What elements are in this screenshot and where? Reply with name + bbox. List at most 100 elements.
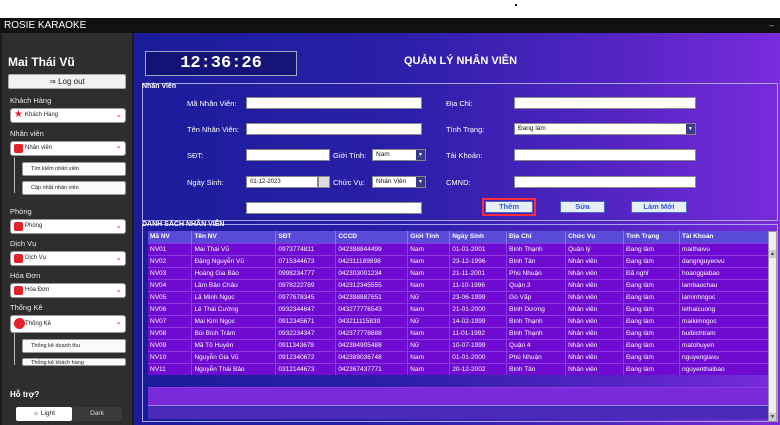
sdt-input[interactable]: [246, 149, 330, 161]
ma-nv-input[interactable]: [246, 97, 422, 109]
table-row[interactable]: NV05 Lã Minh Ngọc 0977678345 042388887651 Nữ…: [148, 290, 771, 303]
search-input[interactable]: [246, 202, 422, 214]
table-cell: Quận 3: [506, 278, 567, 291]
column-header[interactable]: Tài Khoản: [679, 231, 771, 243]
main-panel: 12:36:26 QUẢN LÝ NHÂN VIÊN Nhân Viên Mã …: [134, 33, 780, 425]
table-cell: Đang làm: [623, 302, 680, 315]
table-cell: hoanggiabao: [679, 266, 771, 279]
horizontal-scrollbar[interactable]: [148, 405, 768, 419]
sidebar-item-tim-kiem-nhan-vien[interactable]: Tìm kiếm nhân viên: [22, 162, 126, 176]
dark-theme-button[interactable]: Dark: [72, 407, 122, 421]
list-legend: DANH SÁCH NHÂN VIÊN: [142, 221, 225, 228]
table-cell: NV10: [148, 350, 193, 363]
table-row[interactable]: NV07 Mai Kim Ngọc 0912345671 043211115839 Nữ…: [148, 314, 771, 327]
table-cell: 042367437771: [335, 362, 409, 375]
table-row[interactable]: NV02 Đặng Nguyễn Vũ 0715344673 042311189898…: [148, 254, 771, 267]
vertical-scrollbar[interactable]: ▲ ▼: [768, 231, 777, 422]
table-row[interactable]: NV01 Mai Thái Vũ 0973774811 042388844499 Nam…: [148, 242, 771, 255]
column-header[interactable]: SĐT: [275, 231, 337, 243]
ten-nv-input[interactable]: [246, 123, 422, 135]
window-title: ROSIE KARAOKE: [4, 20, 87, 31]
column-header[interactable]: Giới Tính: [407, 231, 451, 243]
dropdown-label: Hóa Đơn: [25, 287, 50, 293]
table-cell: Nhân viên: [565, 302, 625, 315]
column-header[interactable]: Tên NV: [191, 231, 277, 243]
table-cell: Nữ: [407, 338, 451, 351]
dropdown-thong-ke[interactable]: Thống Kê ⌃: [10, 315, 126, 333]
column-header[interactable]: Mã NV: [148, 231, 193, 243]
table-cell: Nhân viên: [565, 350, 625, 363]
dia-chi-input[interactable]: [514, 97, 696, 109]
scroll-up-icon[interactable]: ▲: [769, 250, 776, 258]
table-cell: 0978222789: [275, 278, 337, 291]
chuc-vu-select[interactable]: Nhân Viên ▼: [372, 176, 426, 188]
chevron-down-icon: ⌄: [115, 253, 122, 262]
page-title: QUẢN LÝ NHÂN VIÊN: [404, 55, 518, 67]
minimize-button[interactable]: –: [769, 18, 774, 33]
table-row[interactable]: NV06 Lê Thái Cường 0932344647 043277776543 N…: [148, 302, 771, 315]
tinh-trang-label: Tình Trạng:: [446, 125, 485, 134]
table-cell: nguyengiavu: [679, 350, 771, 363]
dropdown-hoa-don[interactable]: Hóa Đơn ⌄: [10, 283, 126, 298]
edit-button[interactable]: Sửa: [560, 201, 605, 213]
table-cell: maithaivu: [679, 242, 771, 255]
column-header[interactable]: Tình Trạng: [623, 231, 680, 243]
sidebar-item-thong-ke-khach-hang[interactable]: Thống kê khách hàng: [22, 358, 126, 366]
table-row[interactable]: NV08 Bùi Bích Trâm 0932234347 042377778888 N…: [148, 326, 771, 339]
table-row[interactable]: NV04 Lâm Bảo Châu 0978222789 042312345555 Na…: [148, 278, 771, 291]
ngay-sinh-input[interactable]: 01-12-2023: [246, 176, 318, 188]
dropdown-label: Nhân viên: [25, 145, 53, 151]
table-row[interactable]: NV10 Nguyễn Gia Vũ 0912340672 042389036748 N…: [148, 350, 771, 363]
column-header[interactable]: CCCD: [335, 231, 409, 243]
column-header[interactable]: Chức Vụ: [565, 231, 625, 243]
logout-button[interactable]: ⇒ Log out: [8, 74, 126, 89]
table-cell: Nam: [407, 278, 451, 291]
section-label-dich-vu: Dịch Vụ: [10, 239, 37, 248]
table-cell: Đang làm: [623, 242, 680, 255]
sidebar-item-cap-nhat-nhan-vien[interactable]: Cập nhật nhân viên: [22, 181, 126, 195]
table-cell: 23-06-1999: [449, 290, 508, 303]
table-cell: 0998234777: [275, 266, 337, 279]
light-theme-button[interactable]: ☼ Light: [16, 407, 72, 421]
table-cell: Nguyễn Thái Bảo: [191, 362, 277, 375]
table-cell: Đang làm: [623, 278, 680, 291]
sidebar-item-thong-ke-doanh-thu[interactable]: Thống kê doanh thu: [22, 339, 126, 353]
add-button[interactable]: Thêm: [485, 201, 533, 213]
chevron-down-icon: ⌄: [115, 285, 122, 294]
table-cell: 042389036748: [335, 350, 409, 363]
tinh-trang-select[interactable]: Đang làm ▼: [514, 123, 696, 135]
dropdown-phong[interactable]: Phòng ⌄: [10, 219, 126, 234]
invoice-icon: [14, 286, 23, 295]
dropdown-nhan-vien[interactable]: Nhân viên ⌃: [10, 141, 126, 156]
tai-khoan-input[interactable]: [514, 149, 696, 161]
refresh-button[interactable]: Làm Mới: [631, 201, 687, 213]
table-cell: 0912340672: [275, 350, 337, 363]
ma-nv-label: Mã Nhân Viên:: [187, 99, 237, 108]
table-cell: 0932344647: [275, 302, 337, 315]
table-cell: Quận 4: [506, 338, 567, 351]
table-header-row: Mã NV Tên NV SĐT CCCD Giới Tính Ngày Sin…: [148, 231, 771, 243]
table-cell: 0911343678: [275, 338, 337, 351]
table-row[interactable]: NV09 Mã Tô Huyền 0911343678 042384905488 Nữ 1…: [148, 338, 771, 351]
column-header[interactable]: Ngày Sinh: [449, 231, 508, 243]
table-cell: 042388887651: [335, 290, 409, 303]
table-row[interactable]: NV11 Nguyễn Thái Bảo 0312144673 04236743777…: [148, 362, 771, 375]
table-cell: Nam: [407, 302, 451, 315]
calendar-icon[interactable]: [318, 176, 330, 188]
table-cell: Nhân viên: [565, 266, 625, 279]
dropdown-dich-vu[interactable]: Dịch Vụ ⌄: [10, 251, 126, 266]
table-cell: 0912345671: [275, 314, 337, 327]
scroll-down-icon[interactable]: ▼: [769, 413, 776, 421]
table-row[interactable]: NV03 Hoàng Gia Bảo 0998234777 042303001234 N…: [148, 266, 771, 279]
table-cell: 0973774811: [275, 242, 337, 255]
table-cell: Nữ: [407, 314, 451, 327]
help-label: Hỗ trợ?: [10, 390, 40, 399]
tinh-trang-value: Đang làm: [518, 125, 546, 132]
chuc-vu-label: Chức Vụ:: [333, 178, 365, 187]
cmnd-input[interactable]: [514, 176, 696, 188]
gioi-tinh-select[interactable]: Nam ▼: [372, 149, 426, 161]
column-header[interactable]: Địa Chỉ: [506, 231, 567, 243]
ten-nv-label: Tên Nhân Viên:: [187, 125, 239, 134]
dropdown-khach-hang[interactable]: ★ Khách Hàng ⌄: [10, 108, 126, 123]
table-cell: Mai Kim Ngọc: [191, 314, 277, 327]
